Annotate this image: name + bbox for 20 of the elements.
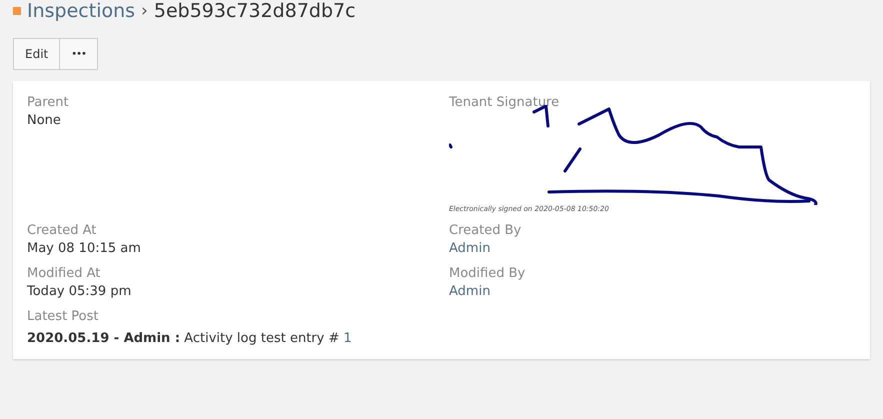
field-label: Tenant Signature: [449, 95, 560, 110]
post-link[interactable]: 1: [344, 331, 352, 346]
edit-button[interactable]: Edit: [13, 38, 60, 70]
breadcrumb-link[interactable]: Inspections: [27, 0, 136, 22]
post-text: 2020.05.19 - Admin : Activity log test entry #: [27, 331, 340, 346]
square-icon: [13, 7, 21, 15]
field-label: Modified By: [449, 266, 526, 281]
field-label: Parent: [27, 95, 70, 110]
more-button[interactable]: •••: [59, 38, 98, 70]
field-label: Latest Post: [27, 309, 100, 324]
user-link[interactable]: Admin: [449, 241, 856, 256]
field-label: Modified At: [27, 266, 102, 281]
field-value: Today 05:39 pm: [27, 284, 132, 299]
field-label: Created By: [449, 223, 522, 238]
field-value: May 08 10:15 am: [27, 241, 142, 256]
field-label: Created At: [27, 223, 98, 238]
user-link[interactable]: Admin: [449, 284, 856, 299]
field-value: None: [27, 113, 62, 128]
breadcrumb-separator: ›: [141, 1, 148, 21]
page-title: 5eb593c732d87db7c: [154, 0, 356, 22]
